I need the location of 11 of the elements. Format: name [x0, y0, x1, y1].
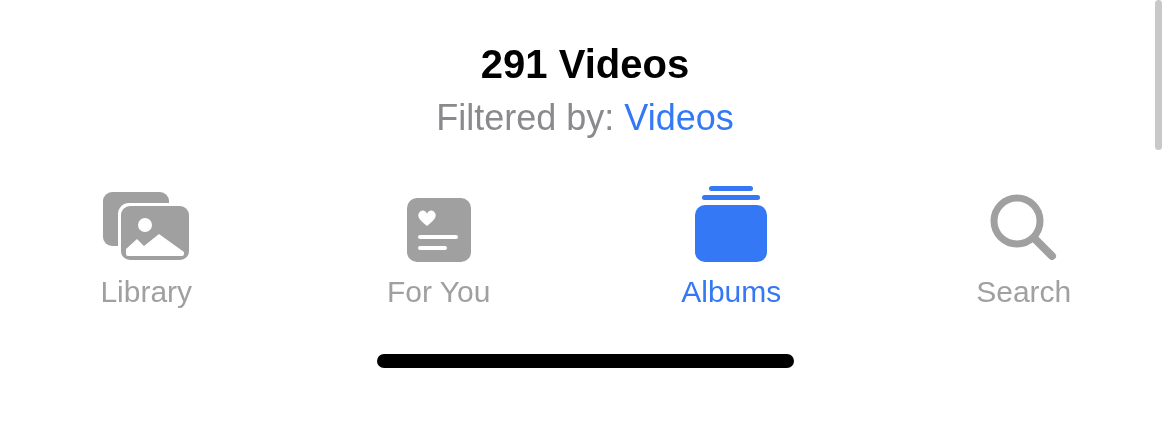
- heart-card-icon: [406, 198, 471, 262]
- photos-stack-icon: [103, 192, 190, 262]
- tab-bar-item[interactable]: Library: [0, 182, 293, 310]
- search-icon: [989, 194, 1058, 262]
- tab-bar-item[interactable]: Albums: [585, 182, 878, 310]
- filter-label: Filtered by:: [436, 96, 615, 140]
- tab-bar-item[interactable]: Search: [877, 182, 1170, 310]
- album-stack-icon: [695, 186, 768, 262]
- screen-title: 291 Videos: [480, 41, 690, 88]
- tab-bar-item[interactable]: For You: [292, 182, 585, 310]
- filter-value[interactable]: Videos: [624, 96, 734, 140]
